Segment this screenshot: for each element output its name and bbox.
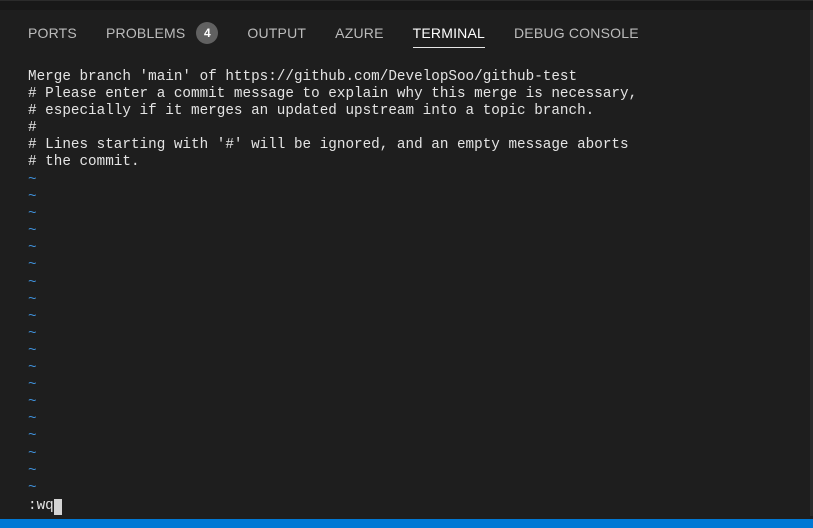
vim-empty-line-markers: ~ ~ ~ ~ ~ ~ ~ ~ ~ ~ ~ ~ ~ ~ ~ ~ ~ ~ ~ <box>28 172 37 497</box>
tilde-line: ~ <box>28 428 37 445</box>
tilde-line: ~ <box>28 223 37 240</box>
tab-output-label: OUTPUT <box>247 25 307 41</box>
vim-command-text: :wq <box>28 498 54 514</box>
tab-problems[interactable]: PROBLEMS 4 <box>105 19 219 47</box>
tab-debug-console-label: DEBUG CONSOLE <box>514 25 639 41</box>
tilde-line: ~ <box>28 257 37 274</box>
tilde-line: ~ <box>28 462 37 479</box>
terminal-line: # <box>28 120 37 137</box>
tilde-line: ~ <box>28 291 37 308</box>
tab-terminal[interactable]: TERMINAL <box>412 19 485 48</box>
tilde-line: ~ <box>28 377 37 394</box>
tilde-line: ~ <box>28 274 37 291</box>
tab-problems-label: PROBLEMS <box>105 25 186 41</box>
problems-count-badge: 4 <box>196 22 219 44</box>
terminal-line: # Please enter a commit message to expla… <box>28 86 638 103</box>
tab-ports[interactable]: PORTS <box>28 19 77 47</box>
tab-terminal-label: TERMINAL <box>412 25 485 41</box>
tab-ports-label: PORTS <box>28 25 77 41</box>
tilde-line: ~ <box>28 308 37 325</box>
tilde-line: ~ <box>28 206 37 223</box>
terminal-output[interactable]: Merge branch 'main' of https://github.co… <box>28 69 637 172</box>
tilde-line: ~ <box>28 172 37 188</box>
tilde-line: ~ <box>28 240 37 257</box>
tilde-line: ~ <box>28 445 37 462</box>
tilde-line: ~ <box>28 411 37 428</box>
vim-command-line[interactable]: :wq <box>28 498 62 515</box>
terminal-line: # the commit. <box>28 154 140 171</box>
tilde-line: ~ <box>28 394 37 411</box>
tilde-line: ~ <box>28 325 37 342</box>
terminal-line: # especially if it merges an updated ups… <box>28 103 595 120</box>
tab-debug-console[interactable]: DEBUG CONSOLE <box>514 19 639 47</box>
tilde-line: ~ <box>28 479 37 496</box>
panel-tab-bar: PORTS PROBLEMS 4 OUTPUT AZURE TERMINAL D… <box>28 19 668 49</box>
panel-top-border <box>0 1 813 10</box>
terminal-cursor <box>53 498 62 515</box>
terminal-line: Merge branch 'main' of https://github.co… <box>28 69 578 85</box>
tilde-line: ~ <box>28 360 37 377</box>
status-bar[interactable] <box>0 519 813 528</box>
tab-output[interactable]: OUTPUT <box>247 19 306 47</box>
terminal-line: # Lines starting with '#' will be ignore… <box>28 137 629 154</box>
tab-azure[interactable]: AZURE <box>335 19 383 47</box>
tilde-line: ~ <box>28 342 37 359</box>
terminal-panel: PORTS PROBLEMS 4 OUTPUT AZURE TERMINAL D… <box>0 0 813 528</box>
tilde-line: ~ <box>28 189 37 206</box>
tab-azure-label: AZURE <box>335 25 384 41</box>
